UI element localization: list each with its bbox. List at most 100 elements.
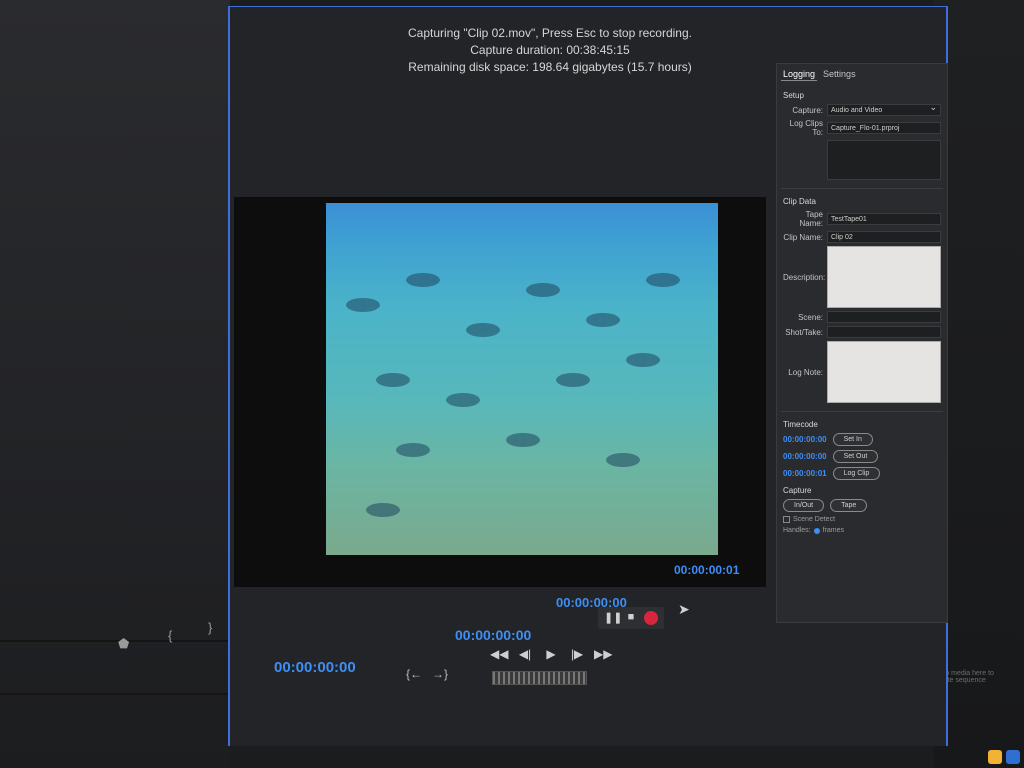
fish-shape	[606, 453, 640, 467]
panel-divider	[0, 640, 230, 642]
fast-forward-icon[interactable]: ▶▶	[594, 647, 612, 661]
clip-label: Clip Name:	[783, 232, 823, 242]
scene-row: Scene:	[783, 311, 941, 323]
step-back-icon[interactable]: ◀|	[516, 647, 534, 661]
handles-label: Handles:	[783, 527, 811, 534]
go-to-in-icon[interactable]: {←	[406, 667, 422, 681]
mark-out-icon[interactable]: }	[208, 620, 212, 635]
shot-row: Shot/Take:	[783, 326, 941, 338]
lognote-row: Log Note:	[783, 341, 941, 403]
fish-shape	[526, 283, 560, 297]
in-point-timecode[interactable]: 00:00:00:00	[783, 435, 827, 444]
shot-label: Shot/Take:	[785, 327, 823, 337]
logclips-field[interactable]: Capture_Flo-01.prproj	[827, 122, 941, 134]
capture-buttons: In/Out Tape	[783, 499, 941, 512]
mark-in-icon[interactable]: {	[168, 628, 172, 643]
lognote-input[interactable]	[827, 341, 941, 403]
go-to-out-icon[interactable]: →}	[432, 667, 448, 681]
handles-row: Handles: frames	[783, 527, 941, 534]
fish-shape	[346, 298, 380, 312]
play-icon[interactable]: ▶	[542, 647, 560, 661]
checkbox-icon[interactable]	[783, 516, 790, 523]
capture-status: Capturing "Clip 02.mov", Press Esc to st…	[400, 25, 700, 76]
jog-shuttle[interactable]	[492, 671, 587, 685]
fish-shape	[586, 313, 620, 327]
fish-shape	[646, 273, 680, 287]
scene-detect-label: Scene Detect	[793, 516, 836, 523]
left-timecode[interactable]: 00:00:00:00	[274, 659, 356, 676]
fish-shape	[406, 273, 440, 287]
set-out-button[interactable]: Set Out	[832, 450, 879, 463]
in-row: 00:00:00:00 Set In	[783, 433, 941, 446]
fish-shape	[366, 503, 400, 517]
cursor-icon: ➤	[678, 601, 690, 617]
scene-input[interactable]	[827, 311, 941, 323]
tab-settings[interactable]: Settings	[821, 68, 858, 81]
status-line: Remaining disk space: 198.64 gigabytes (…	[408, 60, 692, 74]
mark-buttons: {← →}	[406, 667, 448, 681]
log-clip-button[interactable]: Log Clip	[832, 467, 881, 480]
status-line: Capturing "Clip 02.mov", Press Esc to st…	[408, 26, 692, 40]
tape-name-input[interactable]: TestTape01	[827, 213, 941, 225]
rewind-icon[interactable]: ◀◀	[490, 647, 508, 661]
clip-row: Clip Name: Clip 02	[783, 231, 941, 243]
taskbar-icons	[988, 750, 1020, 764]
app-icon[interactable]	[1006, 750, 1020, 764]
in-timecode[interactable]: 00:00:00:00	[455, 627, 531, 643]
step-forward-icon[interactable]: |▶	[568, 647, 586, 661]
section-divider	[781, 188, 943, 189]
frames-label: frames	[822, 527, 845, 534]
out-point-timecode[interactable]: 00:00:00:00	[783, 452, 827, 461]
logclips-label: Log Clips To:	[789, 119, 823, 137]
duration-row: 00:00:00:01 Log Clip	[783, 467, 941, 480]
fish-shape	[466, 323, 500, 337]
status-line: Capture duration: 00:38:45:15	[470, 43, 630, 57]
scene-label: Scene:	[798, 312, 823, 322]
shot-input[interactable]	[827, 326, 941, 338]
radio-icon[interactable]	[813, 527, 820, 534]
logclips-tree[interactable]	[827, 140, 941, 180]
record-controls: ❚❚ ■	[598, 607, 664, 629]
fish-shape	[556, 373, 590, 387]
duration-timecode[interactable]: 00:00:00:01	[674, 563, 739, 577]
background-panel: ⬟ { }	[0, 0, 230, 768]
setup-title: Setup	[783, 91, 804, 100]
stop-icon[interactable]: ■	[624, 611, 638, 625]
description-row: Description:	[783, 246, 941, 308]
clip-name-input[interactable]: Clip 02	[827, 231, 941, 243]
fish-shape	[626, 353, 660, 367]
capture-title: Capture	[783, 486, 812, 495]
capture-select[interactable]: Audio and Video	[827, 103, 941, 116]
record-icon[interactable]	[644, 611, 658, 625]
duration-value[interactable]: 00:00:00:01	[783, 469, 827, 478]
logclips-row: Log Clips To: Capture_Flo-01.prproj	[783, 119, 941, 137]
tape-label: Tape Name:	[799, 210, 823, 228]
pause-icon[interactable]: ❚❚	[604, 611, 622, 625]
capture-label: Capture:	[792, 105, 823, 115]
video-frame	[326, 203, 718, 555]
scene-detect-checkbox[interactable]: Scene Detect	[783, 516, 941, 523]
tape-row: Tape Name: TestTape01	[783, 210, 941, 228]
fish-shape	[376, 373, 410, 387]
tape-button[interactable]: Tape	[830, 499, 868, 512]
timecode-title: Timecode	[783, 420, 818, 429]
fish-shape	[446, 393, 480, 407]
fish-shape	[506, 433, 540, 447]
lognote-label: Log Note:	[788, 367, 823, 377]
set-in-button[interactable]: Set In	[832, 433, 873, 446]
marker-icon: ⬟	[118, 636, 130, 651]
in-out-button[interactable]: In/Out	[783, 499, 825, 512]
app-icon[interactable]	[988, 750, 1002, 764]
section-divider	[781, 411, 943, 412]
capture-preview	[234, 197, 766, 587]
logging-panel: Logging Settings Setup Capture: Audio an…	[776, 63, 948, 623]
panel-divider	[0, 693, 230, 695]
tab-logging[interactable]: Logging	[781, 68, 818, 81]
panel-tabs: Logging Settings	[777, 64, 947, 85]
fish-shape	[396, 443, 430, 457]
capture-window: Capturing "Clip 02.mov", Press Esc to st…	[228, 6, 948, 746]
capture-row: Capture: Audio and Video	[783, 103, 941, 116]
transport-controls: ◀◀ ◀| ▶ |▶ ▶▶	[490, 647, 612, 661]
description-label: Description:	[783, 272, 826, 282]
description-input[interactable]	[827, 246, 941, 308]
